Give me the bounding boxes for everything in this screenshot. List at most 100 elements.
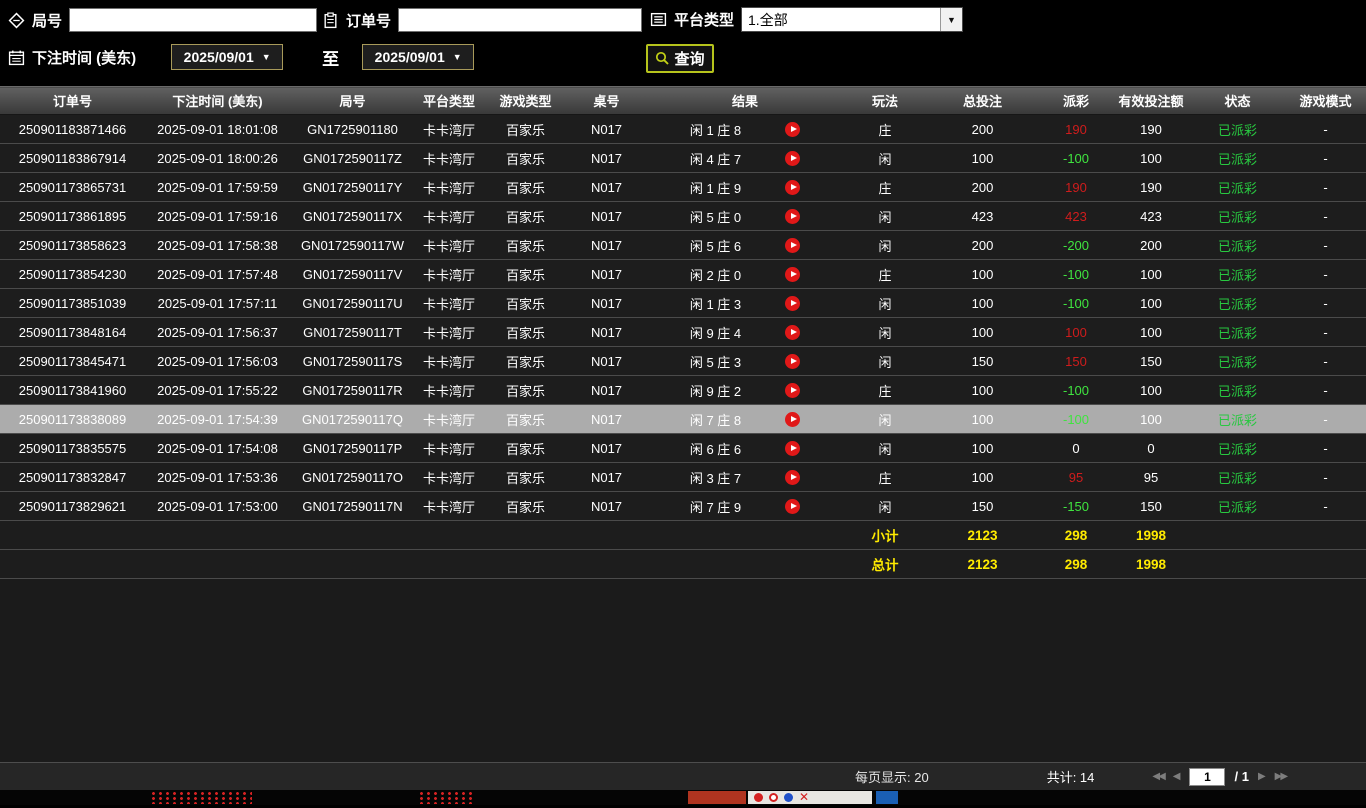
result-text: 闲 5 庄 0 [689, 209, 742, 225]
result-text: 闲 1 庄 8 [689, 122, 742, 138]
cell-result: 闲 1 庄 3 [645, 288, 845, 318]
column-header: 结果 [645, 86, 845, 115]
search-button[interactable]: 查询 [646, 44, 714, 73]
cell-round: GN0172590117N [290, 491, 415, 521]
table-row[interactable]: 250901173851039 2025-09-01 17:57:11 GN0172… [0, 288, 1366, 318]
play-video-icon[interactable] [785, 353, 801, 369]
cell-platform: 卡卡湾厅 [415, 114, 483, 144]
play-video-icon[interactable] [785, 150, 801, 166]
chevron-down-icon[interactable]: ▼ [940, 8, 963, 31]
column-header: 平台类型 [415, 86, 483, 115]
cell-status: 已派彩 [1190, 462, 1285, 492]
play-video-icon[interactable] [785, 498, 801, 514]
play-video-icon[interactable] [785, 324, 801, 340]
cell-total: 100 [925, 404, 1040, 434]
play-video-icon[interactable] [785, 266, 801, 282]
cell-status: 已派彩 [1190, 201, 1285, 231]
cell-time: 2025-09-01 17:54:39 [145, 404, 290, 434]
roadmap-panel-fragment: ✕ [748, 791, 872, 804]
cell-bet: 闲 [845, 230, 925, 260]
table-row[interactable]: 250901173854230 2025-09-01 17:57:48 GN0172… [0, 259, 1366, 289]
table-row[interactable]: 250901173832847 2025-09-01 17:53:36 GN0172… [0, 462, 1366, 492]
cell-total: 200 [925, 114, 1040, 144]
cell-platform: 卡卡湾厅 [415, 201, 483, 231]
play-video-icon[interactable] [785, 179, 801, 195]
play-video-icon[interactable] [785, 469, 801, 485]
column-header: 玩法 [845, 86, 925, 115]
result-text: 闲 1 庄 9 [689, 180, 742, 196]
cell-time: 2025-09-01 17:56:37 [145, 317, 290, 347]
cell-bet: 闲 [845, 201, 925, 231]
table-row[interactable]: 250901173858623 2025-09-01 17:58:38 GN0172… [0, 230, 1366, 260]
cell-table_no: N017 [568, 114, 645, 144]
cell-bet: 庄 [845, 259, 925, 289]
cell-result: 闲 5 庄 3 [645, 346, 845, 376]
prev-page-icon[interactable]: ◀ [1173, 771, 1181, 782]
roadmap-dots-fragment [150, 791, 252, 804]
round-input[interactable] [69, 8, 318, 32]
cell-game: 百家乐 [483, 375, 568, 405]
page-number-input[interactable] [1189, 767, 1226, 786]
cell-time: 2025-09-01 18:00:26 [145, 143, 290, 173]
bet-time-filter-label: 下注时间 (美东) [32, 49, 137, 67]
play-video-icon[interactable] [785, 208, 801, 224]
order-filter-label: 订单号 [346, 12, 392, 30]
round-filter-group: 局号 [8, 8, 318, 32]
cell-time: 2025-09-01 17:58:38 [145, 230, 290, 260]
cell-status: 已派彩 [1190, 404, 1285, 434]
last-page-icon[interactable]: ▶▶ [1275, 771, 1288, 782]
table-row[interactable]: 250901173841960 2025-09-01 17:55:22 GN0172… [0, 375, 1366, 405]
first-page-icon[interactable]: ◀◀ [1152, 771, 1165, 782]
table-row[interactable]: 250901173845471 2025-09-01 17:56:03 GN0172… [0, 346, 1366, 376]
cell-mode: - [1285, 462, 1366, 492]
play-video-icon[interactable] [785, 237, 801, 253]
cell-round: GN0172590117Y [290, 172, 415, 202]
clipboard-icon [322, 11, 339, 29]
table-row[interactable]: 250901183871466 2025-09-01 18:01:08 GN1725… [0, 114, 1366, 144]
play-video-icon[interactable] [785, 295, 801, 311]
play-video-icon[interactable] [785, 382, 801, 398]
cell-valid: 423 [1112, 201, 1190, 231]
cell-bet: 庄 [845, 114, 925, 144]
summary-valid-bet: 1998 [1112, 549, 1190, 579]
cell-payout: 190 [1040, 114, 1112, 144]
roadmap-dots-fragment [418, 791, 474, 804]
platform-select[interactable]: 1.全部 ▼ [741, 7, 964, 32]
table-row[interactable]: 250901173829621 2025-09-01 17:53:00 GN0172… [0, 491, 1366, 521]
grand-total-row: 总计 2123 298 1998 [0, 549, 1366, 579]
next-page-icon[interactable]: ▶ [1258, 771, 1266, 782]
play-video-icon[interactable] [785, 121, 801, 137]
cell-result: 闲 7 庄 9 [645, 491, 845, 521]
table-row[interactable]: 250901173835575 2025-09-01 17:54:08 GN0172… [0, 433, 1366, 463]
cell-round: GN0172590117P [290, 433, 415, 463]
play-video-icon[interactable] [785, 440, 801, 456]
cell-platform: 卡卡湾厅 [415, 259, 483, 289]
table-row[interactable]: 250901173838089 2025-09-01 17:54:39 GN0172… [0, 404, 1366, 434]
cell-game: 百家乐 [483, 288, 568, 318]
cell-payout: 150 [1040, 346, 1112, 376]
table-row[interactable]: 250901183867914 2025-09-01 18:00:26 GN0172… [0, 143, 1366, 173]
cell-order: 250901173854230 [0, 259, 145, 289]
cell-total: 100 [925, 317, 1040, 347]
cell-time: 2025-09-01 18:01:08 [145, 114, 290, 144]
cell-time: 2025-09-01 17:59:16 [145, 201, 290, 231]
play-video-icon[interactable] [785, 411, 801, 427]
cell-time: 2025-09-01 17:57:11 [145, 288, 290, 318]
calendar-icon [8, 49, 25, 66]
date-from-dropdown[interactable]: 2025/09/01 ▼ [171, 44, 284, 70]
cell-total: 100 [925, 143, 1040, 173]
cell-round: GN0172590117W [290, 230, 415, 260]
cell-time: 2025-09-01 17:57:48 [145, 259, 290, 289]
banker-bead-icon [754, 793, 763, 802]
table-row[interactable]: 250901173861895 2025-09-01 17:59:16 GN0172… [0, 201, 1366, 231]
date-to-dropdown[interactable]: 2025/09/01 ▼ [362, 44, 475, 70]
cell-result: 闲 1 庄 9 [645, 172, 845, 202]
chevron-down-icon: ▼ [261, 52, 271, 62]
order-input[interactable] [398, 8, 643, 32]
cell-result: 闲 1 庄 8 [645, 114, 845, 144]
table-row[interactable]: 250901173865731 2025-09-01 17:59:59 GN0172… [0, 172, 1366, 202]
cell-valid: 100 [1112, 288, 1190, 318]
table-empty-space [0, 579, 1366, 762]
cell-platform: 卡卡湾厅 [415, 346, 483, 376]
table-row[interactable]: 250901173848164 2025-09-01 17:56:37 GN0172… [0, 317, 1366, 347]
